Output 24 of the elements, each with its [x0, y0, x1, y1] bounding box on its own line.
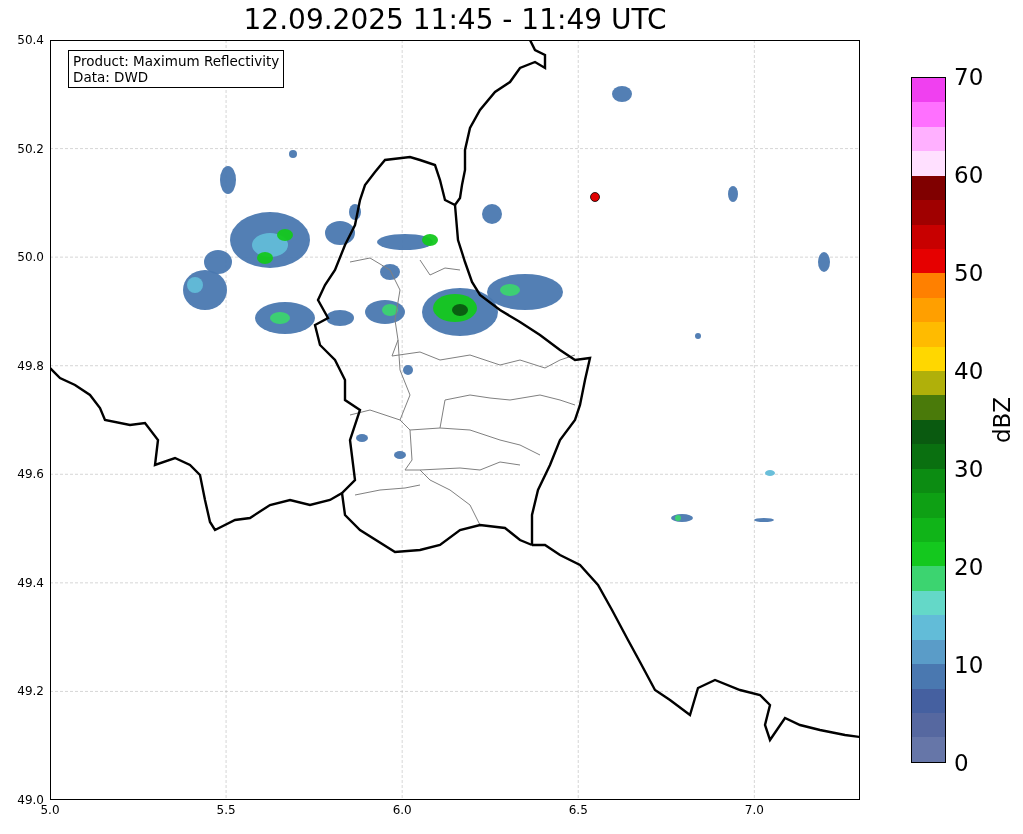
latitude-tick-label: 49.8	[17, 358, 44, 373]
colorbar-tick-label: 70	[954, 64, 984, 90]
latitude-tick-label: 50.2	[17, 141, 44, 156]
latitude-tick-label: 49.4	[17, 575, 44, 590]
latitude-tick-label: 49.6	[17, 467, 44, 482]
chart-title: 12.09.2025 11:45 - 11:49 UTC	[242, 2, 668, 38]
info-text: Product: Maximum Reflectivity	[73, 53, 280, 69]
colorbar-tick-label: 40	[954, 358, 984, 384]
longitude-tick-label: 7.0	[744, 803, 764, 817]
colorbar-label: dBZ	[989, 396, 1015, 444]
latitude-tick-label: 50.4	[17, 33, 44, 47]
location-marker	[590, 192, 600, 202]
colorbar-tick-label: 10	[954, 652, 984, 678]
colorbar-tick-label: 20	[954, 554, 984, 580]
longitude-tick-label: 5.5	[216, 803, 236, 817]
colorbar-tick-label: 30	[954, 456, 984, 482]
colorbar-tick-label: 50	[954, 260, 984, 286]
colorbar-tick-label: 0	[954, 750, 969, 776]
latitude-tick-label: 49.2	[17, 684, 44, 699]
longitude-tick-label: 6.5	[568, 803, 588, 817]
latitude-tick-label: 50.0	[17, 250, 44, 265]
info-text: Data: DWD	[73, 69, 150, 85]
colorbar-tick-label: 60	[954, 162, 984, 188]
longitude-tick-label: 6.0	[392, 803, 412, 817]
